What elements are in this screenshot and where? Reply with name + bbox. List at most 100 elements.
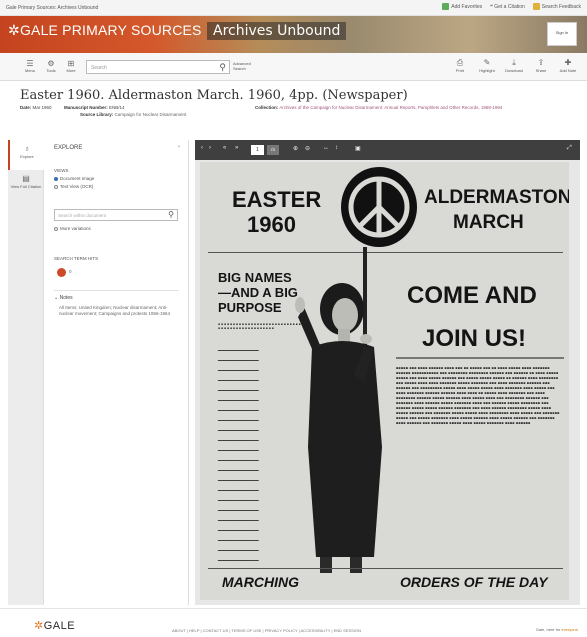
join-rule: [396, 357, 564, 359]
gale-logo[interactable]: ✲GALE: [34, 619, 75, 632]
add-note-label: Add Note: [559, 68, 577, 73]
tagline-prefix: Gale, here for: [535, 627, 561, 632]
footer-links[interactable]: ABOUT | HELP | CONTACT US | TERMS OF USE…: [172, 628, 361, 633]
page-footer: ✲GALE ABOUT | HELP | CONTACT US | TERMS …: [0, 608, 587, 637]
document-title: Easter 1960. Aldermaston March. 1960, 4p…: [20, 88, 408, 103]
add-favorites-label: Add Favorites: [451, 3, 483, 10]
fit-height-icon[interactable]: ↕: [335, 145, 338, 151]
source-value[interactable]: Campaign for Nuclear Disarmament: [115, 112, 187, 117]
get-citation-button[interactable]: ❝ Get a Citation: [490, 4, 525, 10]
search-input[interactable]: Search ⚲: [86, 60, 230, 74]
feedback-icon: [532, 3, 540, 10]
explore-panel: EXPLORE ‹ VIEWS Document Image Text View…: [44, 140, 189, 605]
tagline-emphasis: everyone.: [561, 627, 579, 632]
share-label: Share: [535, 68, 547, 73]
hit-count: 0: [69, 269, 72, 274]
headline-aldermaston: ALDERMASTON: [424, 187, 569, 208]
notes-section: ⌄ Notes All Items; United Kingdom; Nucle…: [54, 290, 179, 317]
print-label: Print: [455, 68, 465, 73]
view-document-image-option[interactable]: Document Image: [54, 176, 94, 181]
headline-easter: EASTER: [232, 187, 322, 212]
big-names-line1: BIG NAMES: [218, 270, 292, 285]
menu-button[interactable]: ☰ Menu: [22, 59, 38, 73]
tools-label: Tools: [46, 68, 56, 73]
notes-title-text: Notes: [59, 295, 73, 301]
highlight-button[interactable]: ✎ Highlight: [478, 58, 496, 73]
search-within-input[interactable]: Search within document ⚲: [54, 209, 178, 221]
collection-label: Collection:: [255, 105, 279, 110]
image-settings-icon[interactable]: ▣: [355, 145, 361, 152]
names-row: ━━━━━━━━━━━━━━━: [218, 528, 259, 533]
first-page-icon[interactable]: «: [223, 145, 226, 151]
come-and-heading: COME AND: [407, 282, 537, 309]
names-row: ━━━━━━━━━━━━━━━: [218, 518, 259, 523]
view-text-label: Text View (OCR): [60, 184, 94, 189]
next-page-icon[interactable]: ›: [209, 145, 211, 151]
product-logo[interactable]: ✲GALE PRIMARY SOURCES: [8, 22, 202, 39]
zoom-out-icon[interactable]: ⊖: [305, 145, 310, 152]
view-image-label: Document Image: [60, 176, 95, 181]
get-citation-label: Get a Citation: [494, 3, 525, 10]
more-variations-label: More variations: [60, 226, 91, 231]
peace-symbol-icon: [341, 167, 417, 247]
more-variations-toggle[interactable]: More variations: [54, 226, 91, 231]
peace-symbol-graphic: [348, 176, 410, 238]
add-note-button[interactable]: ✚ Add Note: [559, 58, 577, 73]
more-button[interactable]: ⊞ More: [63, 59, 79, 73]
view-text-option[interactable]: Text View (OCR): [54, 184, 93, 189]
search-placeholder: Search: [91, 65, 107, 71]
prev-page-icon[interactable]: ‹: [201, 145, 203, 151]
explore-tab[interactable]: ♁ Explore: [8, 140, 44, 170]
more-icon: ⊞: [67, 59, 75, 68]
full-citation-label: View Full Citation: [10, 184, 42, 189]
product-logo-text: GALE PRIMARY SOURCES: [19, 22, 202, 38]
search-icon[interactable]: ⚲: [168, 210, 174, 219]
zoom-in-icon[interactable]: ⊕: [293, 145, 298, 152]
headline-rule: [208, 252, 563, 253]
names-row: ━━━━━━━━━━━━━━━: [218, 408, 259, 413]
collection-link[interactable]: Gale Primary Sources: Archives Unbound: [6, 5, 98, 11]
names-row: ━━━━━━━━━━━━━━━: [218, 378, 259, 383]
names-row: ━━━━━━━━━━━━━━━: [218, 498, 259, 503]
fullscreen-icon[interactable]: ⤢: [567, 145, 572, 152]
names-row: ━━━━━━━━━━━━━━━: [218, 458, 259, 463]
manuscript-value: ENB/14: [109, 105, 125, 110]
headline-1960: 1960: [247, 212, 296, 237]
fit-width-icon[interactable]: ↔: [323, 145, 329, 151]
names-row: ━━━━━━━━━━━━━━━: [218, 558, 259, 563]
footer-tagline: Gale, here for everyone.: [536, 627, 579, 632]
search-hits-label: SEARCH TERM HITS: [54, 256, 99, 261]
print-button[interactable]: ⎙ Print: [451, 58, 469, 73]
navigation-bar: ☰ Menu ⚙ Tools ⊞ More Search ⚲ Advanced Sear…: [0, 53, 587, 81]
full-citation-tab[interactable]: ▤ View Full Citation: [8, 170, 44, 200]
names-row: ━━━━━━━━━━━━━━━: [218, 418, 259, 423]
woman-with-placard-photo: [295, 283, 382, 573]
source-label: Source Library:: [80, 112, 114, 117]
gale-star-icon: ✲: [34, 620, 44, 632]
add-favorites-button[interactable]: Add Favorites: [442, 3, 482, 10]
tools-button[interactable]: ⚙ Tools: [43, 59, 59, 73]
share-icon: ⇪: [537, 58, 545, 67]
join-us-article: ▪▪▪▪▪ ▪▪▪ ▪▪▪▪ ▪▪▪▪▪▪ ▪▪▪▪ ▪▪▪ ▪▪ ▪▪▪▪▪ …: [396, 366, 560, 425]
sign-in-button[interactable]: Sign In: [547, 22, 577, 46]
date-value: Mar 1960: [32, 105, 52, 110]
search-feedback-button[interactable]: Search Feedback: [532, 3, 581, 10]
notes-title[interactable]: ⌄ Notes: [54, 295, 179, 301]
collapse-panel-icon[interactable]: ‹: [178, 144, 180, 150]
newspaper-page-image: EASTER 1960 ALDERMASTON MARCH BIG NAMES …: [200, 162, 569, 600]
gale-star-icon: ✲: [8, 22, 20, 38]
share-button[interactable]: ⇪ Share: [532, 58, 550, 73]
search-icon[interactable]: ⚲: [219, 62, 226, 73]
names-row: ━━━━━━━━━━━━━━━: [218, 368, 259, 373]
page-number-input[interactable]: 1: [251, 145, 264, 155]
download-button[interactable]: ⤓ Download: [505, 58, 523, 73]
last-page-icon[interactable]: »: [235, 145, 238, 151]
advanced-search-link[interactable]: Advanced Search: [233, 61, 263, 71]
collection-value[interactable]: Archives of the Campaign for Nuclear Dis…: [279, 105, 502, 110]
names-row: ━━━━━━━━━━━━━━━: [218, 478, 259, 483]
gale-logo-text: GALE: [43, 620, 76, 632]
join-us-heading: JOIN US!: [422, 325, 527, 352]
names-row: ━━━━━━━━━━━━━━━: [218, 538, 259, 543]
names-row: ━━━━━━━━━━━━━━━: [218, 398, 259, 403]
big-names-line3: PURPOSE: [218, 300, 282, 315]
